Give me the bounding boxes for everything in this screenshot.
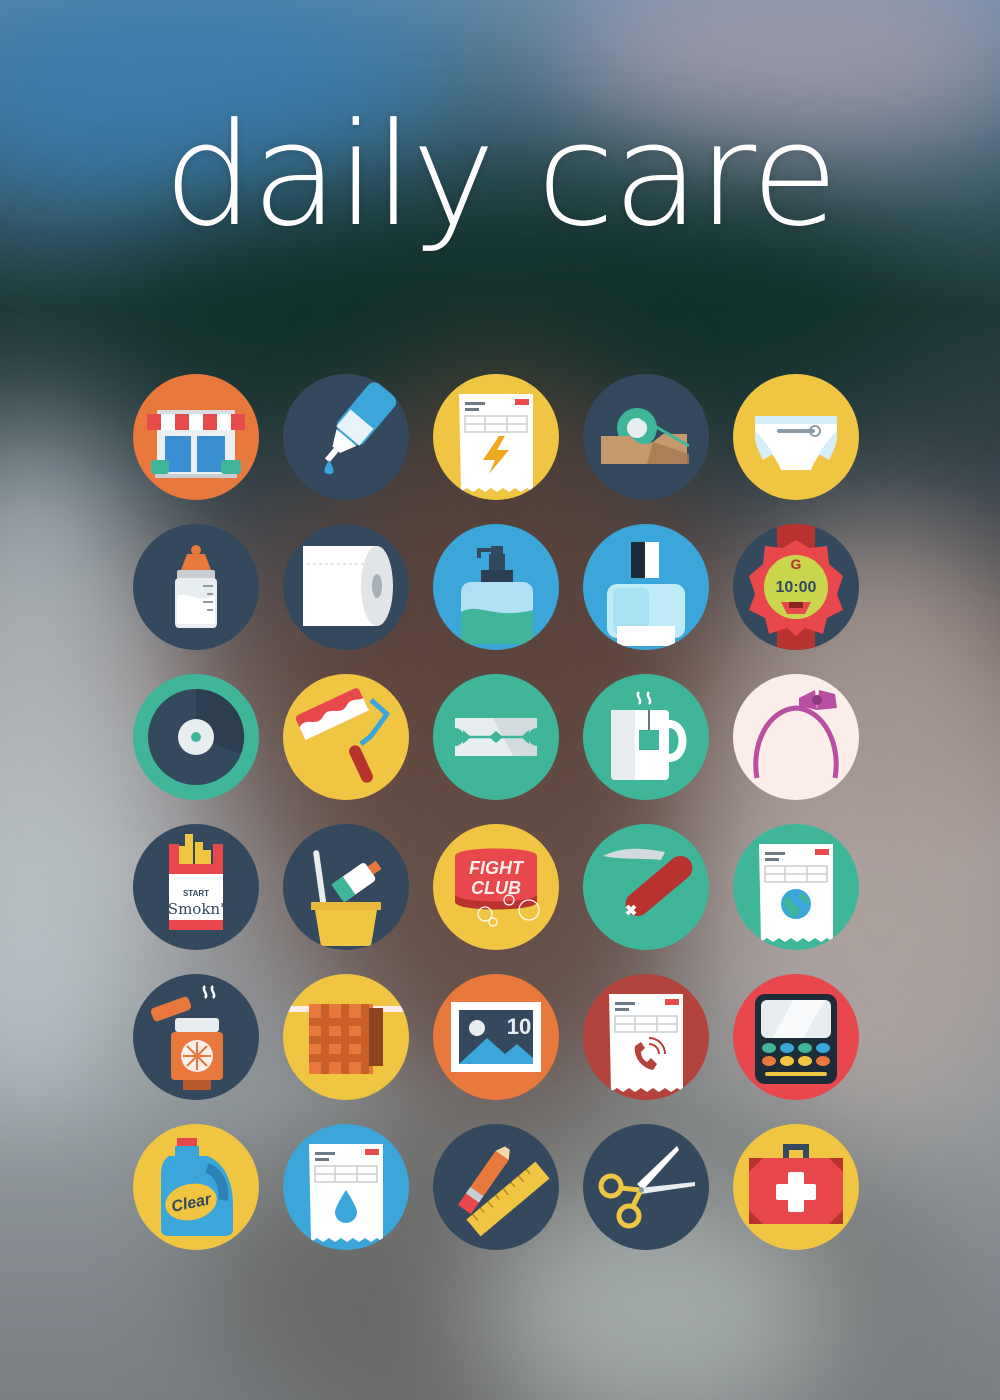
postage-stamp-icon[interactable]: 10 [433,974,559,1100]
soap-line2-label: CLUB [471,878,521,898]
toilet-paper-icon[interactable] [283,524,409,650]
pocket-knife-icon[interactable] [583,824,709,950]
soap-dispenser-icon[interactable] [433,524,559,650]
wrist-watch-icon[interactable]: G 10:00 [733,524,859,650]
tea-mug-icon[interactable] [583,674,709,800]
headband-icon[interactable] [733,674,859,800]
eye-dropper-icon[interactable] [283,374,409,500]
aroma-lamp-icon[interactable] [133,974,259,1100]
shop-icon[interactable] [133,374,259,500]
stamp-value-label: 10 [507,1014,531,1039]
soap-bar-icon[interactable]: FIGHT CLUB [433,824,559,950]
eyeshadow-palette-icon[interactable] [733,974,859,1100]
soap-line1-label: FIGHT [469,858,525,878]
towel-icon[interactable] [283,974,409,1100]
watch-time-label: 10:00 [776,579,817,596]
phone-bill-icon[interactable] [583,974,709,1100]
water-bill-icon[interactable] [283,1124,409,1250]
cigarette-pack-icon[interactable]: START Smokn' [133,824,259,950]
paint-roller-icon[interactable] [283,674,409,800]
scissors-icon[interactable] [583,1124,709,1250]
watch-brand-label: G [791,556,802,572]
detergent-bottle-icon[interactable]: Clear [133,1124,259,1250]
baby-bottle-icon[interactable] [133,524,259,650]
first-aid-kit-icon[interactable] [733,1124,859,1250]
electricity-bill-icon[interactable] [433,374,559,500]
toothbrush-cup-icon[interactable] [283,824,409,950]
internet-bill-icon[interactable] [733,824,859,950]
cigarette-brand-label: Smokn' [168,900,224,918]
tape-dispenser-icon[interactable] [583,374,709,500]
perfume-bottle-icon[interactable] [583,524,709,650]
page-title: daily care [163,93,839,258]
diaper-icon[interactable] [733,374,859,500]
razor-blade-icon[interactable] [433,674,559,800]
tape-roll-icon[interactable] [133,674,259,800]
pencil-ruler-icon[interactable] [433,1124,559,1250]
cigarette-top-label: START [183,889,209,898]
